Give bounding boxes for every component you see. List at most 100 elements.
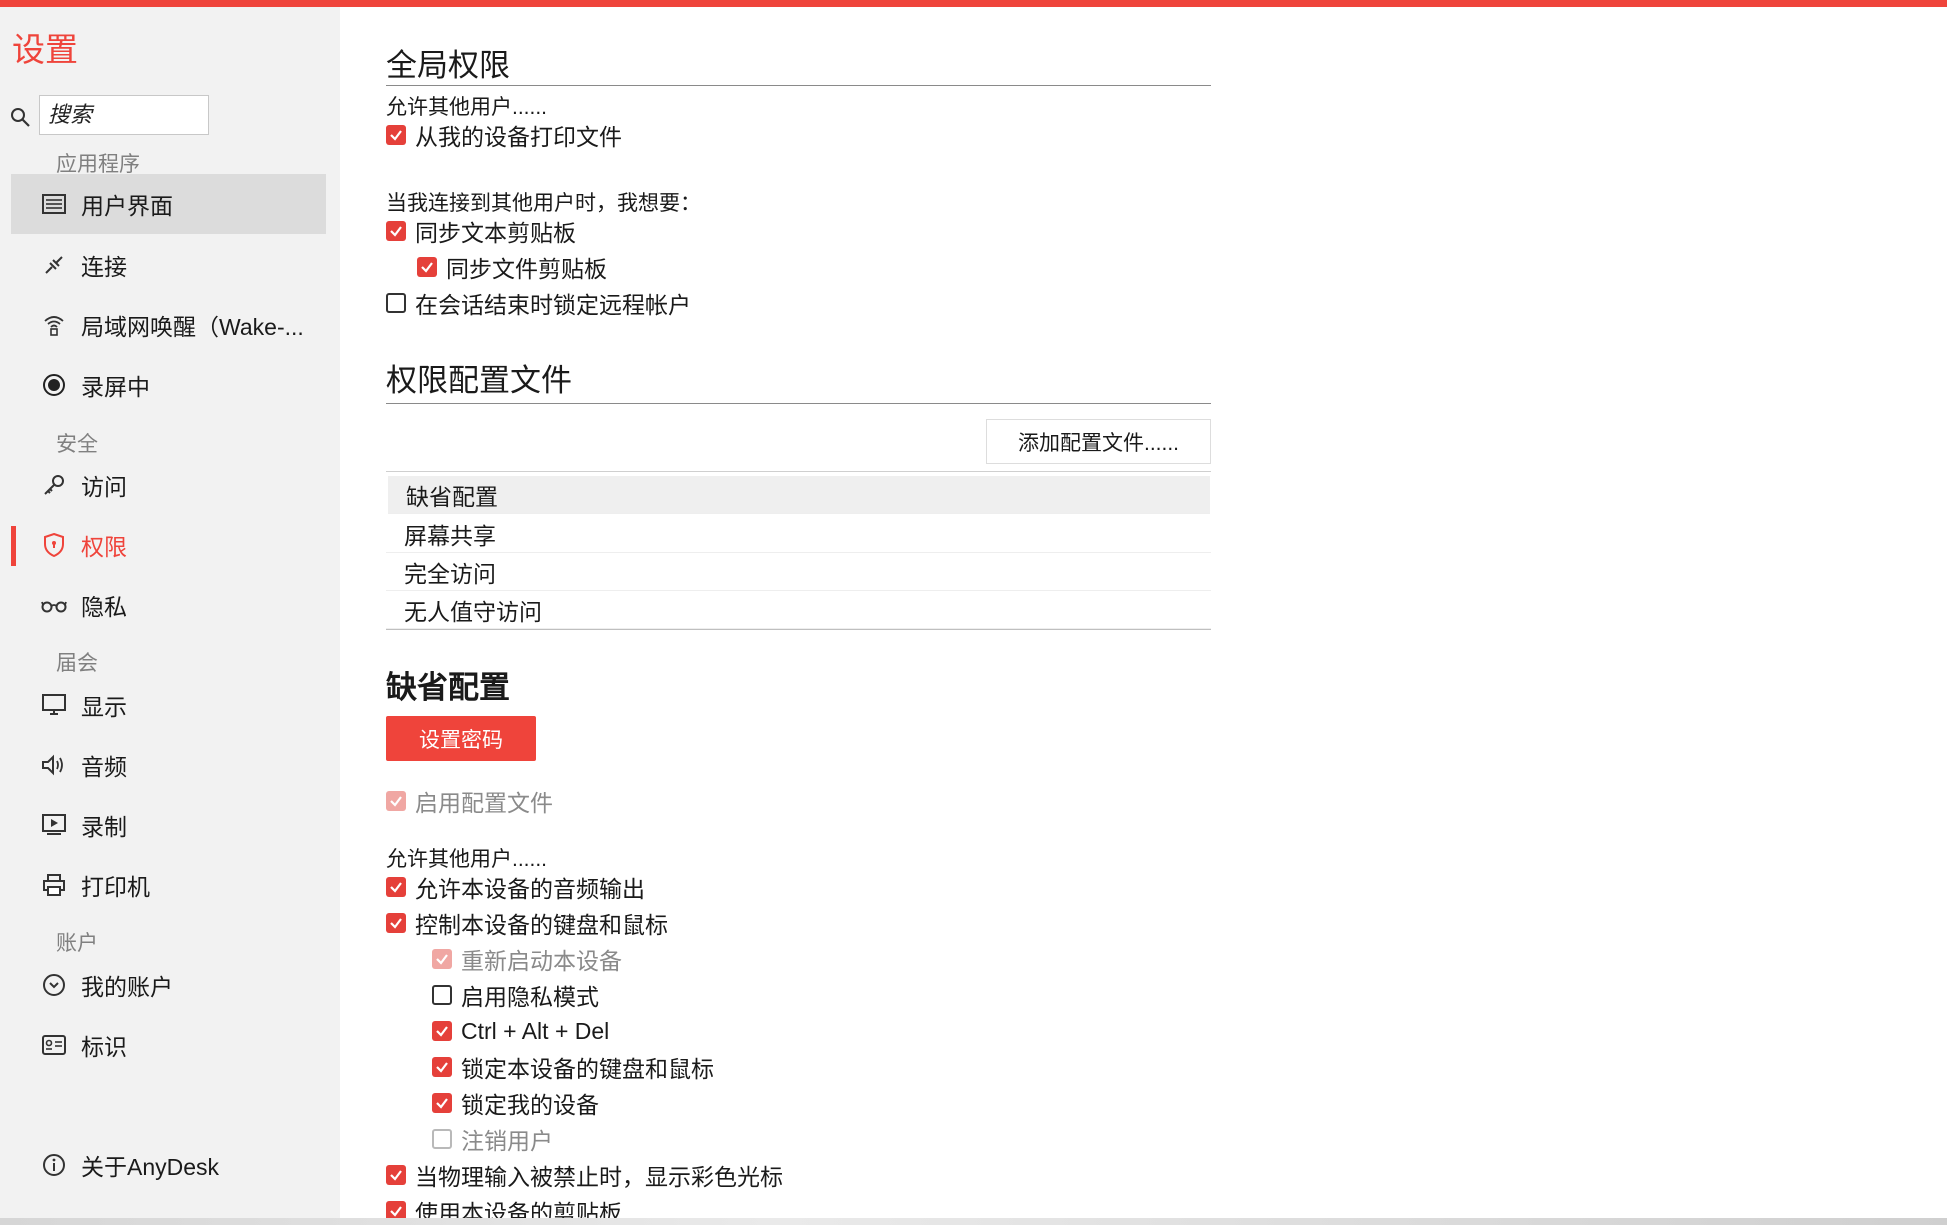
permission-profiles-title: 权限配置文件	[386, 363, 572, 398]
control-keyboard-mouse-checkbox[interactable]: 控制本设备的键盘和鼠标	[386, 908, 668, 938]
ctrl-alt-del-checkbox[interactable]: Ctrl + Alt + Del	[432, 1016, 609, 1046]
checkbox-label: 在会话结束时锁定远程帐户	[415, 292, 691, 318]
sidebar-item-label: 连接	[81, 254, 127, 280]
lock-keyboard-mouse-checkbox[interactable]: 锁定本设备的键盘和鼠标	[432, 1052, 714, 1082]
checkbox-checked-icon	[386, 913, 406, 933]
checkbox-label: 锁定本设备的键盘和鼠标	[461, 1056, 714, 1082]
key-icon	[41, 472, 67, 498]
checkbox-checked-icon	[432, 1021, 452, 1041]
profile-list-item[interactable]: 无人值守访问	[386, 591, 1211, 629]
checkbox-label: 启用隐私模式	[461, 984, 599, 1010]
checkbox-unchecked-icon	[386, 293, 406, 313]
print-files-checkbox[interactable]: 从我的设备打印文件	[386, 120, 622, 150]
checkbox-checked-icon	[432, 949, 452, 969]
checkbox-checked-icon	[417, 257, 437, 277]
checkbox-checked-icon	[386, 791, 406, 811]
glasses-icon	[41, 592, 67, 618]
checkbox-label: 启用配置文件	[415, 790, 553, 816]
profile-list-item[interactable]: 屏幕共享	[386, 515, 1211, 553]
profile-list-item[interactable]: 缺省配置	[388, 476, 1210, 514]
profile-list-item[interactable]: 完全访问	[386, 553, 1211, 591]
checkbox-unchecked-icon	[432, 1129, 452, 1149]
checkbox-label: 锁定我的设备	[461, 1092, 599, 1118]
divider	[386, 403, 1211, 404]
speaker-icon	[41, 752, 67, 778]
sidebar-item-printer[interactable]: 打印机	[11, 855, 326, 915]
sidebar-item-label: 标识	[81, 1034, 127, 1060]
id-card-icon	[41, 1032, 67, 1058]
sidebar-item-recording[interactable]: 录制	[11, 795, 326, 855]
sidebar-item-privacy[interactable]: 隐私	[11, 575, 326, 635]
lock-device-checkbox[interactable]: 锁定我的设备	[432, 1088, 599, 1118]
restart-device-checkbox[interactable]: 重新启动本设备	[432, 944, 622, 974]
sync-text-clipboard-checkbox[interactable]: 同步文本剪贴板	[386, 216, 576, 246]
privacy-mode-checkbox[interactable]: 启用隐私模式	[432, 980, 599, 1010]
allow-others-label: 允许其他用户......	[386, 848, 548, 871]
sidebar-item-label: 访问	[81, 474, 127, 500]
sidebar-item-label: 音频	[81, 754, 127, 780]
sync-file-clipboard-checkbox[interactable]: 同步文件剪贴板	[417, 252, 607, 282]
log-off-user-checkbox[interactable]: 注销用户	[432, 1124, 553, 1154]
sidebar-item-label: 录屏中	[81, 374, 150, 400]
info-icon	[41, 1152, 67, 1178]
sidebar-item-label: 隐私	[81, 594, 127, 620]
sidebar-item-id[interactable]: 标识	[11, 1015, 326, 1075]
sidebar-item-wake-on-lan[interactable]: 局域网唤醒（Wake-...	[11, 295, 326, 355]
sidebar-item-my-account[interactable]: 我的账户	[11, 955, 326, 1015]
checkbox-label: 控制本设备的键盘和鼠标	[415, 912, 668, 938]
sidebar-item-label: 我的账户	[81, 974, 173, 1000]
checkbox-checked-icon	[386, 1165, 406, 1185]
sidebar-title: 设置	[12, 31, 78, 68]
checkbox-label: 从我的设备打印文件	[415, 124, 622, 150]
sidebar-item-label: 局域网唤醒（Wake-...	[81, 314, 304, 340]
checkbox-label: 重新启动本设备	[461, 948, 622, 974]
sidebar: 设置 应用程序 用户界面 连接 局域网唤醒（Wake-... 录屏中 安全	[0, 7, 340, 1218]
sidebar-item-user-interface[interactable]: 用户界面	[11, 174, 326, 234]
sidebar-item-label: 权限	[81, 534, 127, 560]
sidebar-item-label: 用户界面	[81, 193, 173, 219]
printer-icon	[41, 872, 67, 898]
active-indicator	[11, 526, 16, 566]
divider	[386, 471, 1211, 472]
checkbox-label: 同步文本剪贴板	[415, 220, 576, 246]
monitor-icon	[41, 692, 67, 718]
sidebar-item-label: 打印机	[81, 874, 150, 900]
sidebar-item-audio[interactable]: 音频	[11, 735, 326, 795]
checkbox-label: 同步文件剪贴板	[446, 256, 607, 282]
sidebar-item-screen-recording[interactable]: 录屏中	[11, 355, 326, 415]
sidebar-item-about[interactable]: 关于AnyDesk	[11, 1135, 326, 1195]
connect-label: 当我连接到其他用户时，我想要：	[386, 192, 701, 215]
allow-others-label: 允许其他用户......	[386, 96, 548, 119]
search-input[interactable]	[39, 95, 209, 135]
checkbox-checked-icon	[432, 1057, 452, 1077]
checkbox-label: Ctrl + Alt + Del	[461, 1017, 610, 1044]
checkbox-checked-icon	[432, 1093, 452, 1113]
section-header-session: 届会	[56, 652, 98, 675]
top-accent-bar	[0, 0, 1947, 7]
set-password-button[interactable]: 设置密码	[386, 716, 536, 761]
sidebar-item-permissions[interactable]: 权限	[11, 515, 326, 575]
checkbox-checked-icon	[386, 125, 406, 145]
default-profile-title: 缺省配置	[386, 670, 510, 705]
enable-profile-checkbox[interactable]: 启用配置文件	[386, 786, 553, 816]
sidebar-item-display[interactable]: 显示	[11, 675, 326, 735]
section-header-security: 安全	[56, 433, 98, 456]
audio-output-checkbox[interactable]: 允许本设备的音频输出	[386, 872, 645, 902]
sidebar-item-label: 关于AnyDesk	[81, 1154, 220, 1180]
checkbox-label: 允许本设备的音频输出	[415, 876, 645, 902]
colored-cursor-checkbox[interactable]: 当物理输入被禁止时，显示彩色光标	[386, 1160, 783, 1190]
divider	[386, 629, 1211, 630]
checkbox-label: 注销用户	[461, 1128, 553, 1154]
add-profile-button[interactable]: 添加配置文件......	[986, 419, 1211, 464]
lock-remote-account-checkbox[interactable]: 在会话结束时锁定远程帐户	[386, 288, 691, 318]
sidebar-item-label: 显示	[81, 694, 127, 720]
sidebar-item-access[interactable]: 访问	[11, 455, 326, 515]
section-header-account: 账户	[56, 932, 98, 955]
divider	[386, 85, 1211, 86]
sidebar-item-label: 录制	[81, 814, 127, 840]
shield-icon	[41, 532, 67, 558]
search-icon	[11, 108, 30, 127]
account-icon	[41, 972, 67, 998]
sidebar-item-connection[interactable]: 连接	[11, 235, 326, 295]
checkbox-checked-icon	[386, 877, 406, 897]
